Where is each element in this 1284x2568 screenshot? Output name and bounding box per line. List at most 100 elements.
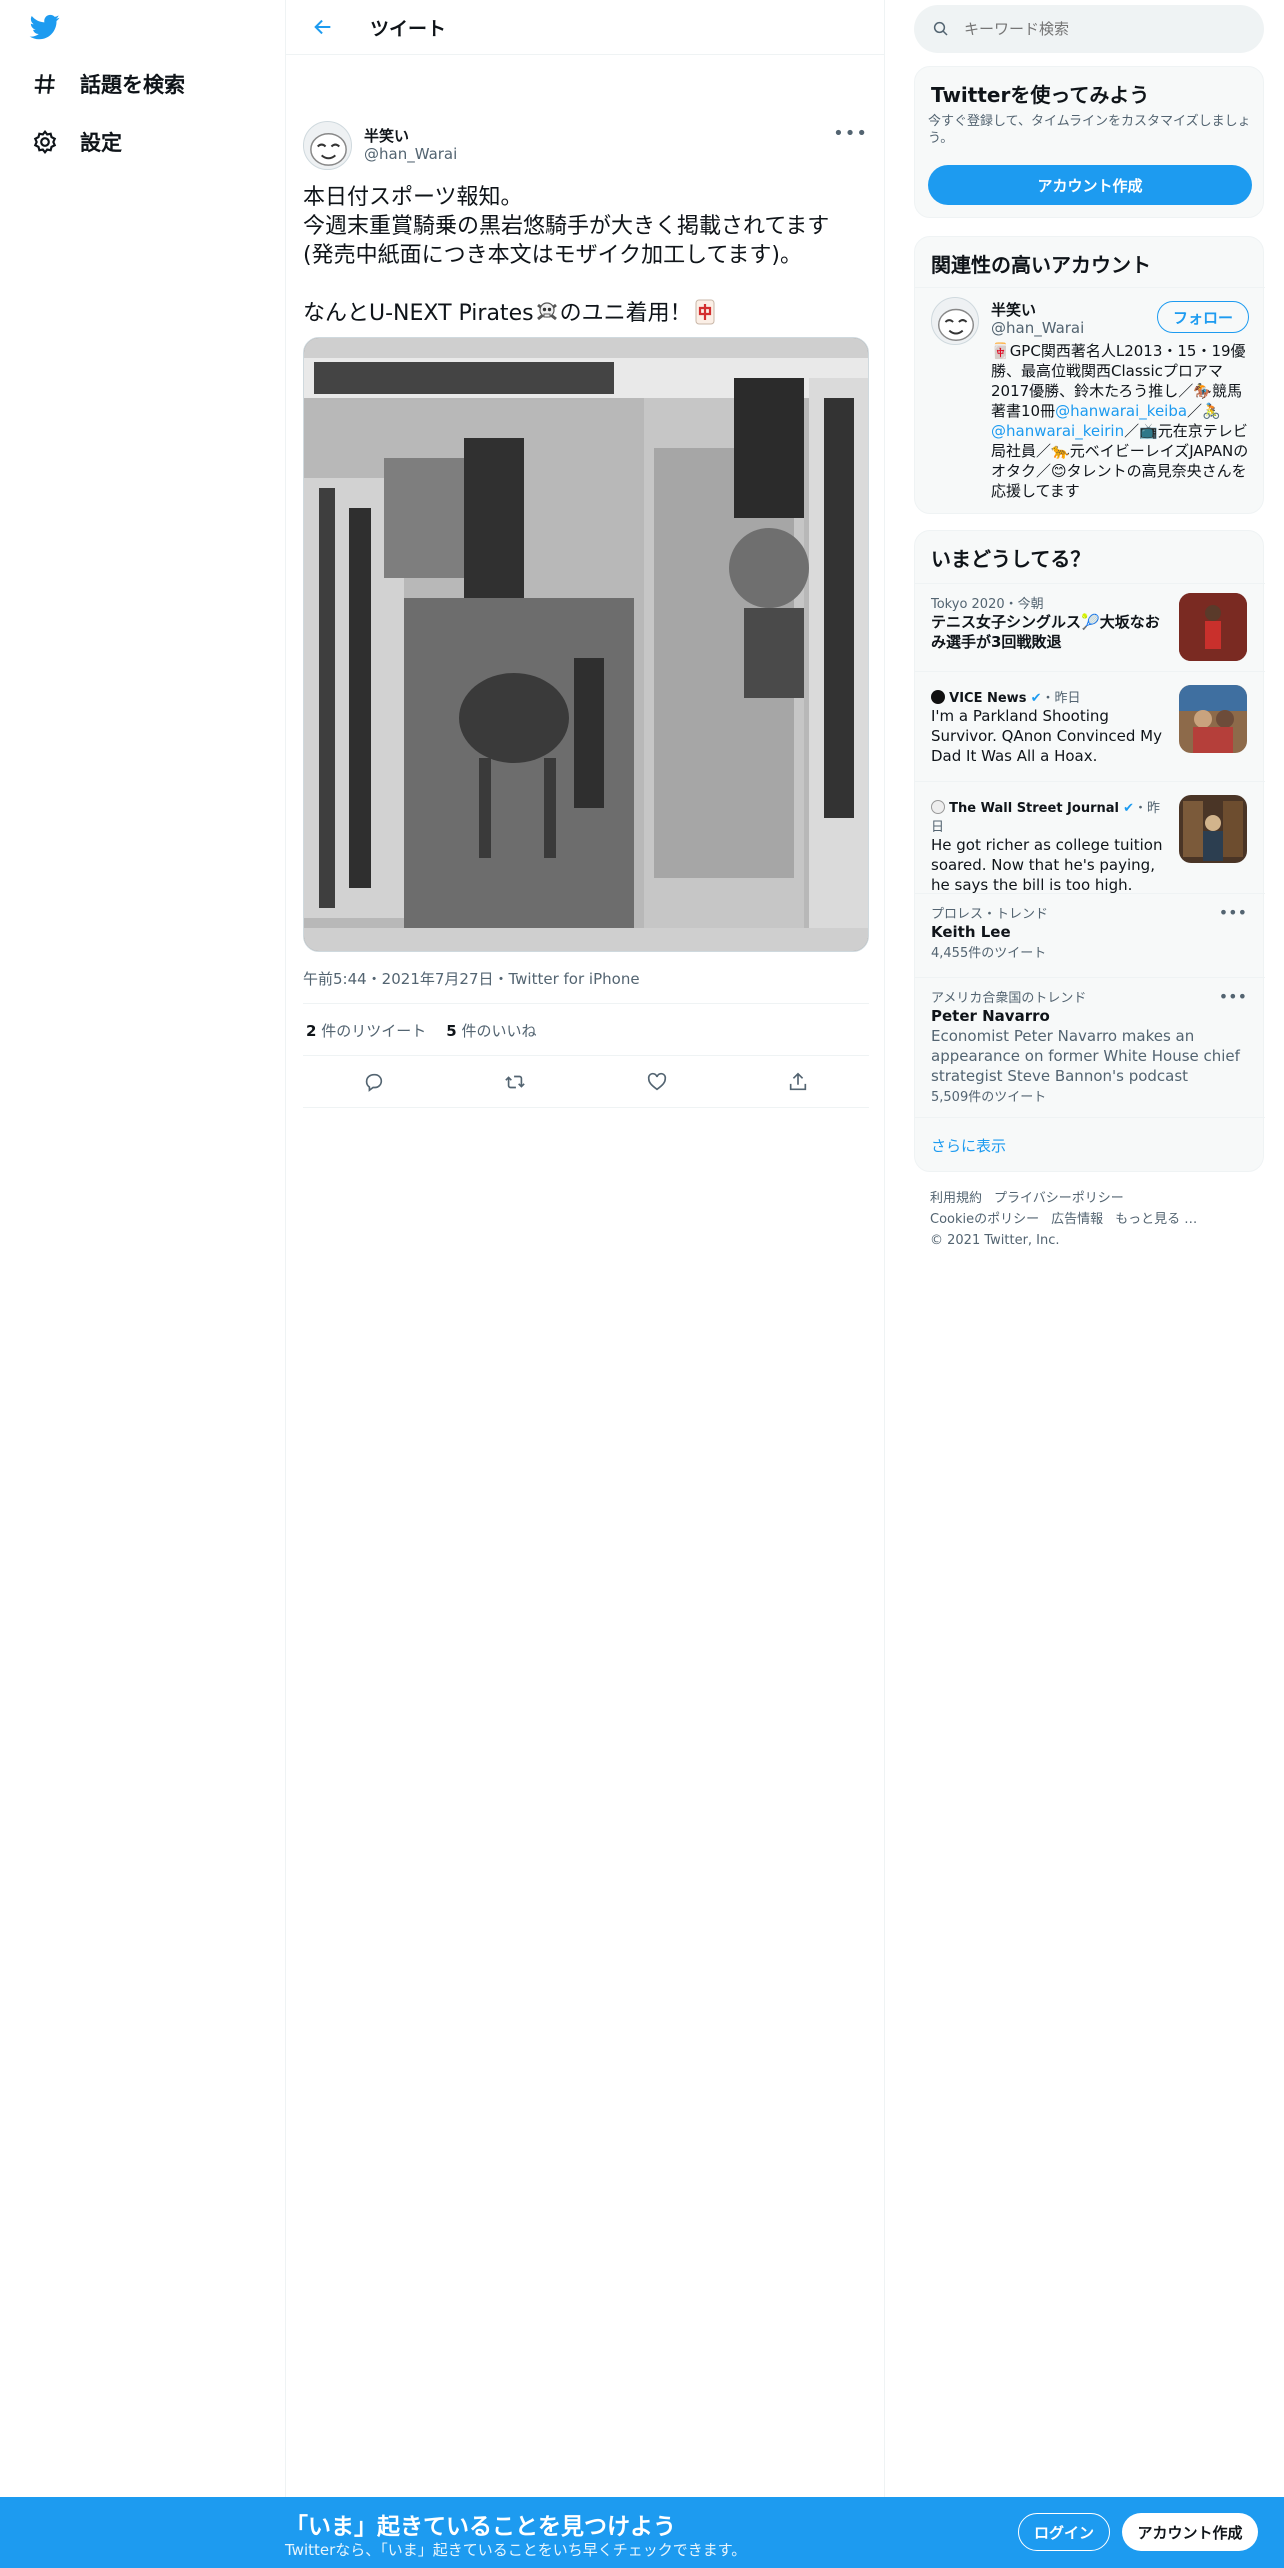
show-more-link[interactable]: さらに表示 xyxy=(931,1135,1006,1156)
tweet-media-newspaper[interactable] xyxy=(303,337,869,952)
signup-card: Twitterを使ってみよう 今すぐ登録して、タイムラインをカスタマイズしましょ… xyxy=(914,66,1264,218)
nav-settings-label: 設定 xyxy=(80,131,122,155)
footer-cookie-link[interactable]: Cookieのポリシー xyxy=(930,1212,1039,1227)
footer-links: 利用規約 プライバシーポリシー Cookieのポリシー 広告情報 もっと見る … © … xyxy=(930,1188,1230,1251)
banner-subtitle: Twitterなら、「いま」起きていることをいち早くチェックできます。 xyxy=(285,2541,747,2559)
skull-crossbones-icon xyxy=(534,299,560,325)
tweet-text-segment: のユニ着用！ xyxy=(559,301,692,326)
divider xyxy=(303,1055,869,1056)
tweet-text: 本日付スポーツ報知。 今週末重賞騎乗の黒岩悠騎手が大きく掲載されてます (発売中… xyxy=(303,183,873,328)
like-heart-icon[interactable] xyxy=(642,1067,672,1097)
related-avatar[interactable] xyxy=(931,297,979,345)
related-title: 関連性の高いアカウント xyxy=(931,253,1151,277)
tweet-text-line: 本日付スポーツ報知。 xyxy=(303,185,523,210)
mahjong-red-dragon-icon xyxy=(692,299,718,325)
trend-item[interactable]: アメリカ合衆国のトレンド Peter Navarro Economist Pet… xyxy=(931,987,1251,1105)
login-button[interactable]: ログイン xyxy=(1018,2513,1110,2551)
page-title: ツイート xyxy=(370,17,447,40)
tweet-actions xyxy=(303,1065,869,1099)
trend-title: Keith Lee xyxy=(931,923,1011,941)
footer-ads-link[interactable]: 広告情報 xyxy=(1051,1212,1103,1227)
divider xyxy=(915,287,1265,288)
footer-copyright: © 2021 Twitter, Inc. xyxy=(930,1233,1060,1248)
retweet-icon[interactable] xyxy=(500,1067,530,1097)
tweet-timestamp[interactable]: 午前5:44・2021年7月27日・Twitter for iPhone xyxy=(303,968,640,989)
bicycle-icon: 🚴 xyxy=(1202,402,1221,420)
author-name[interactable]: 半笑い xyxy=(364,125,409,146)
author-handle[interactable]: @han_Warai xyxy=(364,145,457,163)
trend-item[interactable]: VICE News ✔・昨日 I'm a Parkland Shooting S… xyxy=(931,687,1171,766)
trend-when: ・昨日 xyxy=(1041,691,1081,706)
author-avatar[interactable] xyxy=(303,121,352,170)
trend-title: I'm a Parkland Shooting Survivor. QAnon … xyxy=(931,707,1162,765)
trends-card: いまどうしてる？ Tokyo 2020・今朝 テニス女子シングルス🎾大坂なおみ選… xyxy=(914,530,1265,1172)
related-bio: 🀄GPC関西著名人L2013・15・19優勝、最高位戦関西Classicプロアマ… xyxy=(991,341,1251,501)
twitter-bird-icon[interactable] xyxy=(28,12,64,44)
trend-source: VICE News ✔・昨日 xyxy=(931,687,1171,706)
likes-stat[interactable]: 5 件のいいね xyxy=(446,1020,536,1041)
divider xyxy=(303,1003,869,1004)
bio-text: ／ xyxy=(1124,422,1140,440)
tweet-stats: 2 件のリツイート 5 件のいいね xyxy=(306,1020,536,1041)
trend-title: Peter Navarro xyxy=(931,1007,1050,1025)
trends-title: いまどうしてる？ xyxy=(931,547,1091,571)
search-input[interactable] xyxy=(964,20,1224,38)
bio-link[interactable]: @hanwarai_keiba xyxy=(1055,402,1187,420)
back-button[interactable] xyxy=(306,10,340,44)
leopard-icon: 🐆 xyxy=(1051,442,1070,460)
trend-more-icon[interactable]: ••• xyxy=(1219,903,1247,922)
main-column: ツイート 半笑い @han_Warai ••• 本日付スポーツ報知。 今週末重賞… xyxy=(285,0,885,2568)
bio-link[interactable]: @hanwarai_keirin xyxy=(991,422,1124,440)
trend-meta: プロレス・トレンド xyxy=(931,907,1049,922)
banner-title: 「いま」起きていることを見つけよう xyxy=(285,2514,676,2540)
trend-source-name: The Wall Street Journal xyxy=(949,801,1119,816)
footer-terms-link[interactable]: 利用規約 xyxy=(930,1191,982,1206)
likes-count: 5 xyxy=(446,1022,457,1040)
main-header: ツイート xyxy=(286,0,884,55)
retweets-label: 件のリツイート xyxy=(321,1022,427,1040)
reply-icon[interactable] xyxy=(359,1067,389,1097)
face-icon: 😊 xyxy=(1051,462,1067,480)
related-handle[interactable]: @han_Warai xyxy=(991,319,1084,337)
divider xyxy=(915,671,1265,672)
trend-title-text: テニス女子シングルス xyxy=(931,613,1082,631)
nav-explore[interactable]: 話題を検索 xyxy=(30,56,185,112)
mahjong-tile-icon: 🀄 xyxy=(991,342,1010,360)
divider xyxy=(303,1107,869,1108)
bio-text: ／ xyxy=(1187,402,1203,420)
trend-thumbnail[interactable] xyxy=(1179,685,1247,753)
trend-thumbnail[interactable] xyxy=(1179,593,1247,661)
trend-item[interactable]: Tokyo 2020・今朝 テニス女子シングルス🎾大坂なおみ選手が3回戦敗退 xyxy=(931,593,1171,652)
more-options-icon[interactable]: ••• xyxy=(833,123,868,144)
divider xyxy=(915,893,1265,894)
search-box[interactable] xyxy=(914,5,1264,53)
trend-title: He got richer as college tuition soared.… xyxy=(931,836,1163,894)
retweets-stat[interactable]: 2 件のリツイート xyxy=(306,1020,426,1041)
footer-privacy-link[interactable]: プライバシーポリシー xyxy=(994,1191,1124,1206)
divider xyxy=(915,583,1265,584)
trend-title: テニス女子シングルス🎾大坂なおみ選手が3回戦敗退 xyxy=(931,612,1171,652)
follow-button[interactable]: フォロー xyxy=(1157,301,1249,333)
tweet-text-line: (発売中紙面につき本文はモザイク加工してます)。 xyxy=(303,243,802,268)
trend-more-icon[interactable]: ••• xyxy=(1219,987,1247,1006)
tweet-text-line: なんとU-NEXT Pirates のユニ着用！ xyxy=(303,299,873,328)
trend-meta: Tokyo 2020・今朝 xyxy=(931,597,1044,612)
left-navigation: 話題を検索 設定 xyxy=(0,0,285,2568)
signup-button[interactable]: アカウント作成 xyxy=(928,165,1252,205)
divider xyxy=(915,977,1265,978)
nav-settings[interactable]: 設定 xyxy=(30,114,122,170)
trend-description: Economist Peter Navarro makes an appeara… xyxy=(931,1027,1240,1085)
trend-count: 4,455件のツイート xyxy=(931,946,1047,961)
share-icon[interactable] xyxy=(783,1067,813,1097)
likes-label: 件のいいね xyxy=(461,1022,537,1040)
trend-item[interactable]: プロレス・トレンド Keith Lee 4,455件のツイート xyxy=(931,903,1251,961)
trend-thumbnail[interactable] xyxy=(1179,795,1247,863)
vice-logo-icon xyxy=(931,690,945,704)
trend-item[interactable]: The Wall Street Journal ✔・昨日 He got rich… xyxy=(931,797,1171,895)
related-name[interactable]: 半笑い xyxy=(991,299,1036,320)
related-accounts-card: 関連性の高いアカウント 半笑い @han_Warai フォロー 🀄GPC関西著名… xyxy=(914,236,1265,514)
banner-signup-button[interactable]: アカウント作成 xyxy=(1122,2513,1258,2551)
verified-badge-icon: ✔ xyxy=(1030,691,1042,706)
footer-more-link[interactable]: もっと見る … xyxy=(1115,1212,1197,1227)
search-icon xyxy=(933,21,948,36)
